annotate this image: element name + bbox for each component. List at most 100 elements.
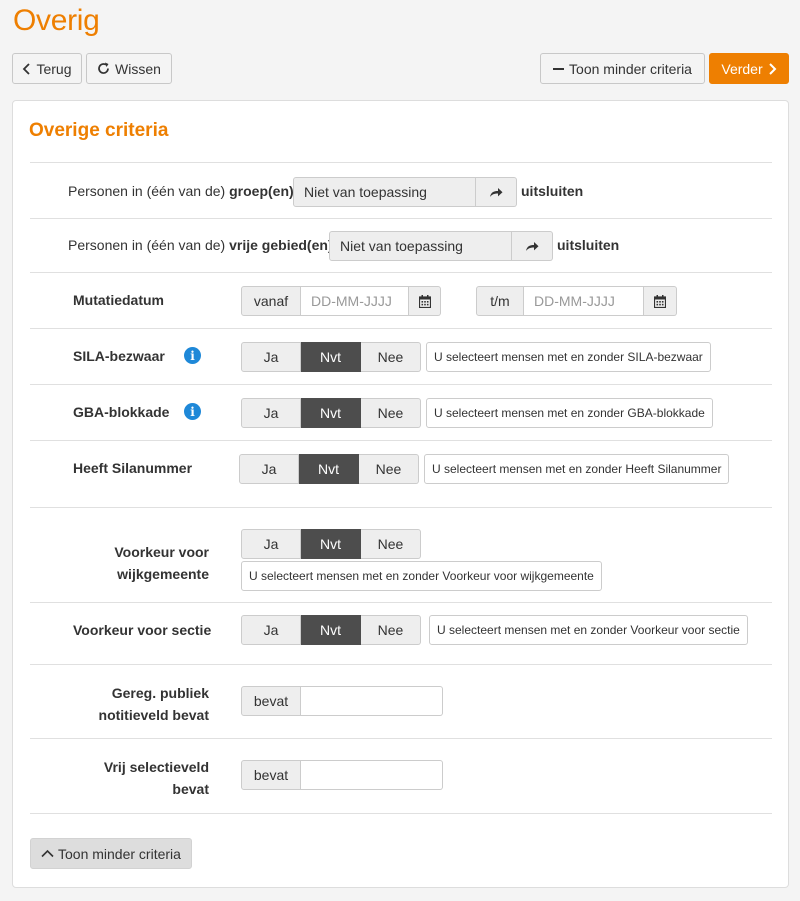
show-less-criteria-label: Toon minder criteria: [569, 60, 692, 77]
criteria-card: Overige criteria Personen in (één van de…: [12, 100, 789, 888]
silanummer-option-nee[interactable]: Nee: [359, 454, 419, 484]
divider: [30, 602, 772, 603]
clear-button-label: Wissen: [115, 60, 161, 77]
notitie-label-line2: notitieveld bevat: [98, 707, 209, 723]
mutation-to-addon: t/m: [476, 286, 524, 316]
divider: [30, 272, 772, 273]
wijkgemeente-label: Voorkeur voor wijkgemeente: [93, 541, 209, 585]
sectie-option-nvt[interactable]: Nvt: [301, 615, 361, 645]
silanummer-option-nvt[interactable]: Nvt: [299, 454, 359, 484]
areas-label-bold: vrije gebied(en): [229, 237, 333, 253]
divider: [30, 813, 772, 814]
vrij-label: Vrij selectieveld bevat: [73, 756, 209, 800]
sectie-label: Voorkeur voor sectie: [73, 622, 212, 638]
notitie-addon: bevat: [241, 686, 301, 716]
silanummer-option-ja[interactable]: Ja: [239, 454, 299, 484]
calendar-icon: [418, 294, 431, 308]
areas-select: Niet van toepassing: [329, 231, 553, 261]
gba-segmented: Ja Nvt Nee: [241, 398, 421, 428]
sectie-hint: U selecteert mensen met en zonder Voorke…: [429, 615, 748, 645]
groups-select-value[interactable]: Niet van toepassing: [293, 177, 476, 207]
chevron-up-icon: [41, 849, 54, 858]
back-button[interactable]: Terug: [12, 53, 82, 84]
areas-exclude-label: uitsluiten: [557, 237, 620, 253]
mutation-from-addon: vanaf: [241, 286, 301, 316]
wijkgemeente-option-nee[interactable]: Nee: [361, 529, 421, 559]
sila-label: SILA-bezwaar: [73, 348, 165, 364]
areas-select-value[interactable]: Niet van toepassing: [329, 231, 512, 261]
footer-show-less-label: Toon minder criteria: [58, 845, 181, 862]
sila-segmented: Ja Nvt Nee: [241, 342, 421, 372]
next-button[interactable]: Verder: [709, 53, 789, 84]
refresh-icon: [97, 62, 110, 75]
share-arrow-icon: [525, 241, 539, 252]
divider: [30, 384, 772, 385]
groups-label-prefix: Personen in (één van de): [68, 183, 226, 199]
gba-option-ja[interactable]: Ja: [241, 398, 301, 428]
divider: [30, 738, 772, 739]
vrij-input[interactable]: [301, 760, 443, 790]
next-button-label: Verder: [721, 60, 763, 77]
notitie-label: Gereg. publiek notitieveld bevat: [73, 682, 209, 726]
mutation-to-group: t/m DD-MM-JJJJ: [476, 286, 677, 316]
silanummer-segmented: Ja Nvt Nee: [239, 454, 419, 484]
wijkgemeente-label-line1: Voorkeur voor: [114, 544, 209, 560]
divider: [30, 162, 772, 163]
gba-label: GBA-blokkade: [73, 404, 170, 420]
show-less-criteria-button[interactable]: Toon minder criteria: [540, 53, 705, 84]
divider: [30, 328, 772, 329]
info-icon[interactable]: i: [184, 347, 201, 364]
groups-label-bold: groep(en): [229, 183, 294, 199]
areas-label: Personen in (één van de) vrije gebied(en…: [68, 237, 333, 253]
divider: [30, 507, 772, 508]
wijkgemeente-hint: U selecteert mensen met en zonder Voorke…: [241, 561, 602, 591]
wijkgemeente-segmented: Ja Nvt Nee: [241, 529, 421, 559]
groups-exclude-label: uitsluiten: [521, 183, 584, 199]
minus-icon: [553, 67, 565, 71]
mutation-to-calendar-button[interactable]: [644, 286, 677, 316]
divider: [30, 218, 772, 219]
mutation-from-calendar-button[interactable]: [409, 286, 441, 316]
sila-option-nvt[interactable]: Nvt: [301, 342, 361, 372]
groups-label: Personen in (één van de) groep(en): [68, 183, 294, 199]
vrij-input-group: bevat: [241, 760, 443, 790]
groups-exclude-button[interactable]: [476, 177, 517, 207]
chevron-right-icon: [768, 62, 777, 75]
sectie-segmented: Ja Nvt Nee: [241, 615, 421, 645]
vrij-label-line1: Vrij selectieveld: [103, 759, 209, 775]
sila-option-nee[interactable]: Nee: [361, 342, 421, 372]
areas-label-prefix: Personen in (één van de): [68, 237, 226, 253]
divider: [30, 440, 772, 441]
sila-hint: U selecteert mensen met en zonder SILA-b…: [426, 342, 711, 372]
gba-option-nvt[interactable]: Nvt: [301, 398, 361, 428]
gba-hint: U selecteert mensen met en zonder GBA-bl…: [426, 398, 713, 428]
divider: [30, 664, 772, 665]
silanummer-label: Heeft Silanummer: [73, 460, 193, 476]
sila-option-ja[interactable]: Ja: [241, 342, 301, 372]
info-icon[interactable]: i: [184, 403, 201, 420]
gba-option-nee[interactable]: Nee: [361, 398, 421, 428]
vrij-label-line2: bevat: [172, 781, 209, 797]
wijkgemeente-option-ja[interactable]: Ja: [241, 529, 301, 559]
areas-exclude-button[interactable]: [512, 231, 553, 261]
sectie-option-nee[interactable]: Nee: [361, 615, 421, 645]
wijkgemeente-option-nvt[interactable]: Nvt: [301, 529, 361, 559]
mutation-date-label: Mutatiedatum: [73, 292, 164, 308]
back-button-label: Terug: [36, 60, 72, 77]
calendar-icon: [654, 294, 666, 308]
notitie-input-group: bevat: [241, 686, 443, 716]
mutation-to-input[interactable]: DD-MM-JJJJ: [524, 286, 644, 316]
groups-select: Niet van toepassing: [293, 177, 517, 207]
page-title: Overig: [13, 4, 100, 37]
chevron-left-icon: [22, 62, 31, 75]
notitie-label-line1: Gereg. publiek: [111, 685, 209, 701]
mutation-from-input[interactable]: DD-MM-JJJJ: [301, 286, 409, 316]
sectie-option-ja[interactable]: Ja: [241, 615, 301, 645]
footer-show-less-button[interactable]: Toon minder criteria: [30, 838, 192, 869]
vrij-addon: bevat: [241, 760, 301, 790]
clear-button[interactable]: Wissen: [86, 53, 172, 84]
mutation-from-group: vanaf DD-MM-JJJJ: [241, 286, 441, 316]
wijkgemeente-label-line2: wijkgemeente: [117, 566, 209, 582]
notitie-input[interactable]: [301, 686, 443, 716]
card-title: Overige criteria: [29, 120, 169, 141]
